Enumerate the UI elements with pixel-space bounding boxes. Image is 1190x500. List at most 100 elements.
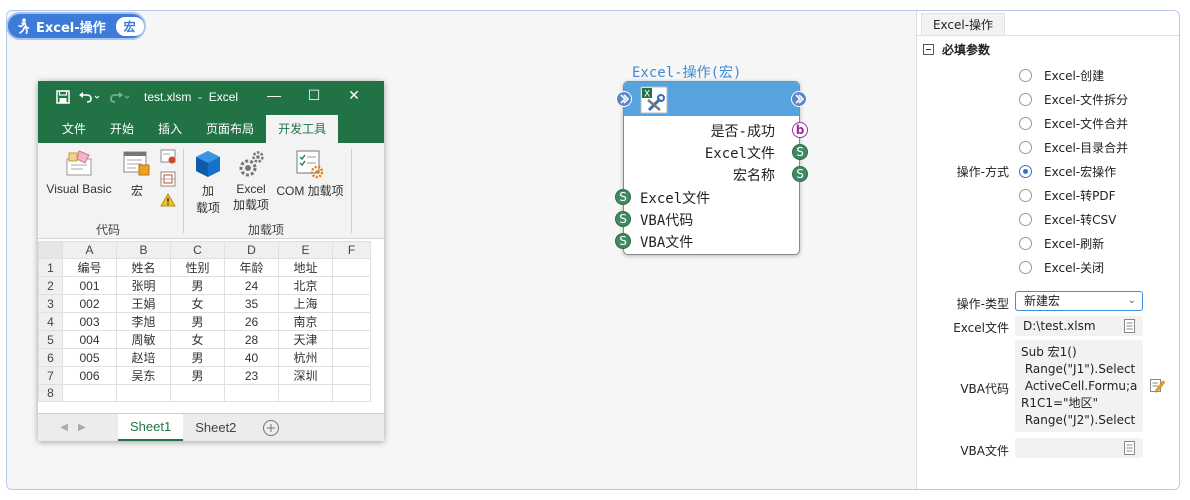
excel-file-field[interactable]: D:\test.xlsm — [1015, 316, 1143, 336]
row-header[interactable]: 7 — [38, 366, 63, 385]
column-header[interactable]: C — [170, 241, 225, 259]
cell[interactable]: 001 — [62, 276, 117, 295]
row-header[interactable]: 6 — [38, 348, 63, 367]
vba-file-field[interactable] — [1015, 438, 1143, 458]
cell[interactable] — [332, 312, 371, 331]
op-mode-option[interactable]: Excel-关闭 — [1019, 259, 1104, 276]
cell[interactable] — [332, 258, 371, 277]
edit-icon[interactable] — [1149, 377, 1165, 393]
save-icon[interactable] — [56, 90, 70, 104]
radio-button[interactable] — [1019, 69, 1032, 82]
excel-addins-button[interactable]: Excel 加载项 — [228, 149, 274, 213]
ribbon-tab-2[interactable]: 插入 — [146, 115, 194, 143]
op-mode-option[interactable]: Excel-刷新 — [1019, 235, 1104, 252]
file-icon[interactable] — [1124, 319, 1135, 333]
cell[interactable]: 周敏 — [116, 330, 171, 349]
radio-button[interactable] — [1019, 261, 1032, 274]
cell[interactable]: 女 — [170, 330, 225, 349]
cell[interactable]: 王娟 — [116, 294, 171, 313]
cell[interactable] — [170, 384, 225, 402]
cell[interactable]: 女 — [170, 294, 225, 313]
flow-title-pill[interactable]: Excel-操作 宏 — [6, 12, 146, 40]
op-mode-option[interactable]: Excel-目录合并 — [1019, 139, 1128, 156]
cell[interactable] — [278, 384, 333, 402]
addins-button[interactable]: 加 载项 — [190, 149, 226, 216]
cell[interactable]: 002 — [62, 294, 117, 313]
radio-button[interactable] — [1019, 93, 1032, 106]
cell[interactable]: 35 — [224, 294, 279, 313]
collapse-icon[interactable] — [923, 44, 934, 55]
cell[interactable]: 赵培 — [116, 348, 171, 367]
select-all-corner[interactable] — [38, 241, 63, 259]
row-header[interactable]: 8 — [38, 384, 63, 402]
cell[interactable] — [332, 366, 371, 385]
relative-reference-icon[interactable] — [160, 171, 176, 187]
cell[interactable]: 24 — [224, 276, 279, 295]
cell[interactable]: 男 — [170, 276, 225, 295]
cell[interactable]: 003 — [62, 312, 117, 331]
flow-out-port[interactable] — [791, 91, 807, 107]
panel-tab-excel-op[interactable]: Excel-操作 — [921, 13, 1005, 35]
visual-basic-button[interactable]: Visual Basic — [44, 149, 114, 196]
op-type-select[interactable]: 新建宏 ⌄ — [1015, 291, 1143, 311]
ribbon-tab-1[interactable]: 开始 — [98, 115, 146, 143]
file-icon[interactable] — [1124, 441, 1135, 455]
radio-button[interactable] — [1019, 213, 1032, 226]
maximize-icon[interactable]: ☐ — [294, 87, 334, 104]
cell[interactable]: 杭州 — [278, 348, 333, 367]
cell[interactable]: 005 — [62, 348, 117, 367]
cell[interactable]: 男 — [170, 312, 225, 331]
cell[interactable]: 男 — [170, 366, 225, 385]
output-port[interactable]: b — [792, 122, 808, 138]
cell[interactable] — [332, 294, 371, 313]
ribbon-tab-4[interactable]: 开发工具 — [266, 115, 339, 143]
cell[interactable]: 天津 — [278, 330, 333, 349]
op-mode-option[interactable]: Excel-文件合并 — [1019, 115, 1128, 132]
input-port[interactable]: S — [615, 211, 631, 227]
flow-in-port[interactable] — [616, 91, 632, 107]
add-sheet-button[interactable] — [262, 414, 280, 441]
row-header[interactable]: 3 — [38, 294, 63, 313]
cell[interactable] — [332, 276, 371, 295]
excel-macro-node[interactable]: X 是否-成功 b Excel文件 S 宏名称 S Excel文件 S VBA代码 S VBA文件 S — [615, 81, 808, 255]
cell[interactable]: 40 — [224, 348, 279, 367]
cell[interactable] — [332, 348, 371, 367]
cell[interactable]: 姓名 — [116, 258, 171, 277]
cell[interactable]: 26 — [224, 312, 279, 331]
cell[interactable]: 男 — [170, 348, 225, 367]
ribbon-tab-3[interactable]: 页面布局 — [194, 115, 266, 143]
cell[interactable] — [332, 384, 371, 402]
row-header[interactable]: 1 — [38, 258, 63, 277]
cell[interactable]: 上海 — [278, 294, 333, 313]
cell[interactable] — [62, 384, 117, 402]
sheet-tab-1[interactable]: Sheet1 — [118, 414, 184, 441]
cell[interactable]: 28 — [224, 330, 279, 349]
output-port[interactable]: S — [792, 166, 808, 182]
vba-code-field[interactable]: Sub 宏1() Range("J1").Select ActiveCell.F… — [1015, 340, 1143, 432]
node-title[interactable]: Excel-操作(宏) — [632, 62, 741, 82]
cell[interactable]: 吴东 — [116, 366, 171, 385]
column-header[interactable]: A — [62, 241, 117, 259]
undo-icon[interactable] — [78, 90, 100, 104]
row-header[interactable]: 4 — [38, 312, 63, 331]
sheet-nav-arrows[interactable]: ◀▶ — [38, 414, 118, 441]
input-port[interactable]: S — [615, 233, 631, 249]
op-mode-option[interactable]: Excel-创建 — [1019, 67, 1104, 84]
macro-button[interactable]: 宏 — [120, 149, 154, 199]
close-icon[interactable]: ✕ — [334, 87, 374, 104]
column-header[interactable]: B — [116, 241, 171, 259]
record-macro-icon[interactable] — [160, 149, 176, 165]
cell[interactable] — [116, 384, 171, 402]
cell[interactable]: 北京 — [278, 276, 333, 295]
radio-button[interactable] — [1019, 189, 1032, 202]
radio-button[interactable] — [1019, 165, 1032, 178]
op-mode-option[interactable]: Excel-宏操作 — [1019, 163, 1116, 180]
required-params-section[interactable]: 必填参数 — [923, 41, 990, 58]
cell[interactable]: 地址 — [278, 258, 333, 277]
radio-button[interactable] — [1019, 117, 1032, 130]
node-header[interactable]: X — [624, 82, 799, 116]
spreadsheet-grid[interactable]: A B C D E F 1 编号 姓名 性别 年龄 地址 2 001 张明男 24 北京 3 002 王娟女 35 上海 4… — [38, 241, 384, 402]
op-mode-option[interactable]: Excel-文件拆分 — [1019, 91, 1128, 108]
cell[interactable]: 深圳 — [278, 366, 333, 385]
radio-button[interactable] — [1019, 141, 1032, 154]
